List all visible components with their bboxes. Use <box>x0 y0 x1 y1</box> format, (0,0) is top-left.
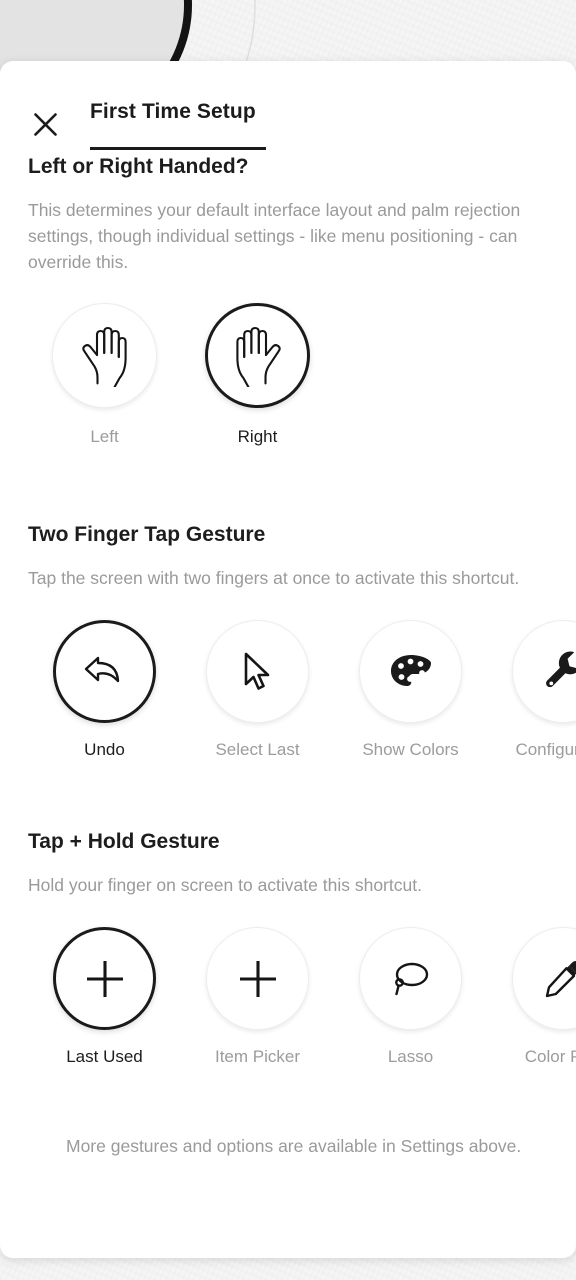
close-icon <box>33 112 57 136</box>
first-time-setup-sheet: First Time Setup Left or Right Handed? T… <box>0 61 576 1258</box>
section-tap-hold: Tap + Hold Gesture Hold your finger on s… <box>28 829 576 1068</box>
section-description: This determines your default interface l… <box>28 200 521 272</box>
two-finger-tap-options: Undo Select Last Show Colors Configu <box>28 620 576 761</box>
option-color-picker[interactable]: Color Pick <box>487 927 576 1068</box>
section-heading: Tap + Hold Gesture <box>28 830 220 853</box>
plus-icon <box>86 960 123 997</box>
cursor-icon <box>244 652 269 690</box>
option-circle <box>206 927 309 1030</box>
section-handedness: Left or Right Handed? This determines yo… <box>28 154 548 448</box>
page-title: First Time Setup <box>90 99 256 123</box>
section-description: Tap the screen with two fingers at once … <box>28 568 520 588</box>
option-label: Right <box>237 427 278 446</box>
eyedropper-icon <box>545 960 576 997</box>
option-item-picker[interactable]: Item Picker <box>181 927 334 1068</box>
option-lasso[interactable]: Lasso <box>334 927 487 1068</box>
option-last-used[interactable]: Last Used <box>28 927 181 1068</box>
option-select-last[interactable]: Select Last <box>181 620 334 761</box>
footer-note: More gestures and options are available … <box>66 1136 522 1156</box>
right-hand-icon <box>235 326 281 387</box>
close-button[interactable] <box>28 107 62 141</box>
option-label: Select Last <box>215 740 300 759</box>
option-circle <box>512 927 576 1030</box>
option-circle <box>52 303 157 408</box>
section-two-finger-tap: Two Finger Tap Gesture Tap the screen wi… <box>28 522 576 761</box>
undo-arrow-icon <box>84 656 119 682</box>
lasso-icon <box>394 962 428 995</box>
option-circle <box>512 620 576 723</box>
title-underline <box>90 146 266 150</box>
section-heading: Left or Right Handed? <box>28 155 249 178</box>
option-right-handed[interactable]: Right <box>181 303 334 448</box>
option-label: Configure To <box>515 740 576 759</box>
section-heading: Two Finger Tap Gesture <box>28 523 266 546</box>
option-label: Color Pick <box>524 1047 576 1066</box>
option-label: Show Colors <box>362 740 459 759</box>
option-configure-tool[interactable]: Configure To <box>487 620 576 761</box>
plus-icon <box>239 960 276 997</box>
option-show-colors[interactable]: Show Colors <box>334 620 487 761</box>
option-circle <box>359 620 462 723</box>
option-circle <box>53 927 156 1030</box>
option-undo[interactable]: Undo <box>28 620 181 761</box>
sheet-title-wrap: First Time Setup <box>90 99 266 150</box>
left-hand-icon <box>81 326 127 387</box>
option-circle <box>205 303 310 408</box>
option-circle <box>359 927 462 1030</box>
option-label: Left <box>90 427 119 446</box>
option-label: Lasso <box>387 1047 434 1066</box>
handedness-options: Left Right <box>28 303 548 448</box>
option-label: Last Used <box>66 1047 143 1066</box>
palette-icon <box>390 654 431 686</box>
section-description: Hold your finger on screen to activate t… <box>28 875 422 895</box>
option-label: Item Picker <box>214 1047 301 1066</box>
sheet-header: First Time Setup <box>0 61 576 154</box>
option-circle <box>206 620 309 723</box>
wrench-icon <box>545 651 576 687</box>
tap-hold-options: Last Used Item Picker Lasso Color P <box>28 927 576 1068</box>
option-left-handed[interactable]: Left <box>28 303 181 448</box>
option-circle <box>53 620 156 723</box>
option-label: Undo <box>84 740 125 759</box>
